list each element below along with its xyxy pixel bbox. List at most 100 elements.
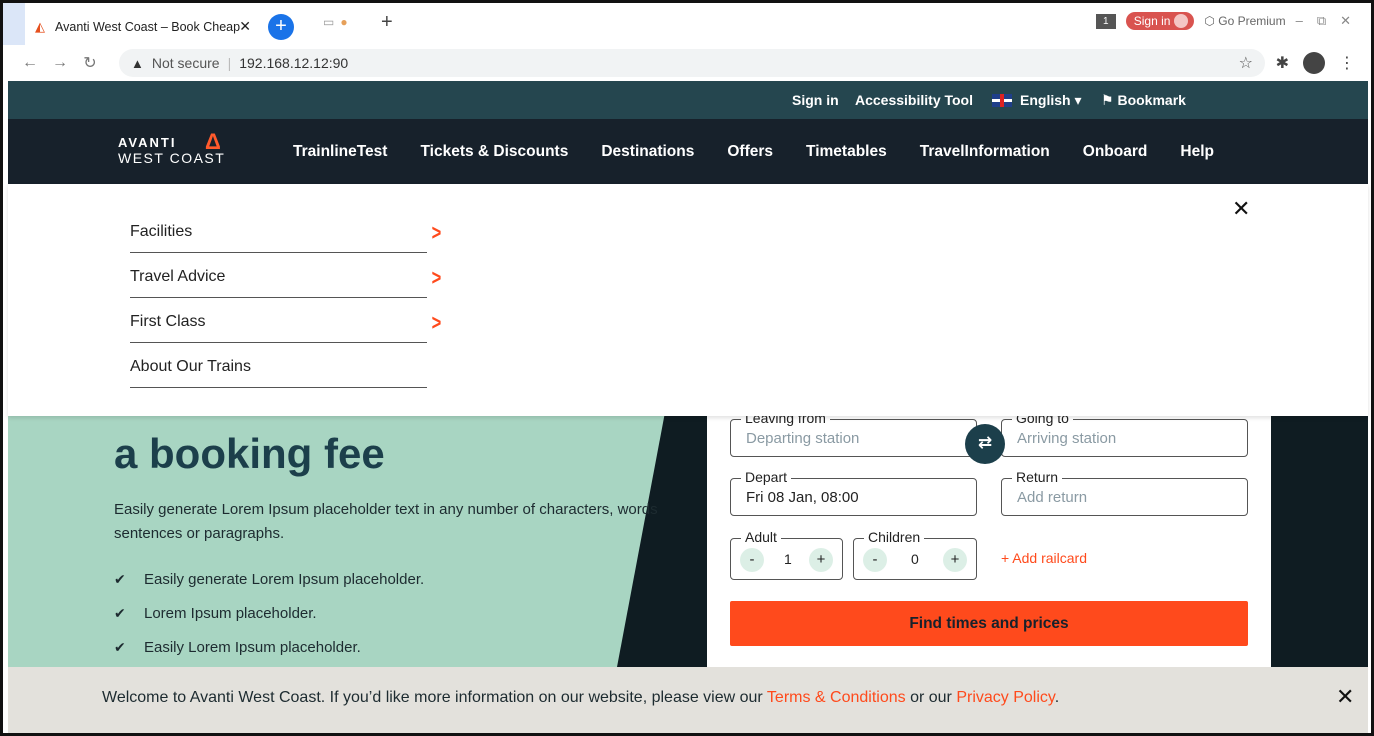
menu-item-travel-advice[interactable]: Travel Advice > (130, 253, 441, 298)
hero-bullet-list: ✔ Easily generate Lorem Ipsum placeholder… (114, 562, 424, 664)
going-to-field[interactable]: Going to Arriving station (1001, 410, 1248, 457)
caret-down-icon: ▾ (1074, 92, 1082, 108)
return-field[interactable]: Return Add return (1001, 469, 1248, 516)
browser-tab[interactable]: ◭ Avanti West Coast – Book Cheap ✕ (25, 9, 259, 45)
leaving-from-field[interactable]: Leaving from Departing station (730, 410, 977, 457)
list-item: ✔ Easily Lorem Ipsum placeholder. (114, 630, 424, 664)
url-text[interactable]: 192.168.12.12:90 (239, 55, 348, 71)
tab-close-icon[interactable]: ✕ (239, 18, 251, 35)
nav-links: TrainlineTest Tickets & Discounts Destin… (293, 143, 1214, 161)
avanti-favicon-icon: ◭ (35, 19, 45, 34)
children-stepper: Children - 0 + (853, 529, 977, 580)
dot-icon: ● (340, 15, 348, 29)
omnibox[interactable]: ▲ Not secure | 192.168.12.12:90 ☆ (119, 49, 1265, 77)
bullet-text: Lorem Ipsum placeholder. (144, 604, 317, 622)
checkmark-icon: ✔ (114, 570, 126, 587)
going-to-placeholder: Arriving station (1017, 430, 1117, 447)
language-label: English (1020, 92, 1071, 108)
address-bar-row: ← → ↻ ▲ Not secure | 192.168.12.12:90 ☆ … (3, 45, 1371, 81)
nav-travelinformation[interactable]: TravelInformation (920, 143, 1050, 161)
chevron-right-icon: > (431, 310, 442, 335)
window-controls: 1 Sign in ⬡ Go Premium –⧉✕ (1095, 12, 1365, 30)
close-cookie-icon[interactable]: ✕ (1336, 684, 1354, 710)
add-railcard-link[interactable]: + Add railcard (1001, 550, 1087, 566)
adult-label: Adult (741, 529, 781, 545)
go-premium-button[interactable]: ⬡ Go Premium (1204, 14, 1285, 28)
nav-offers[interactable]: Offers (727, 143, 773, 161)
kebab-menu-icon[interactable]: ⋮ (1339, 53, 1355, 73)
utility-sign-in[interactable]: Sign in (792, 92, 839, 108)
menu-item-label: First Class (130, 313, 206, 330)
terms-link[interactable]: Terms & Conditions (767, 689, 906, 706)
tab-strip-corner (3, 3, 25, 45)
add-tab-icon[interactable]: + (381, 11, 393, 34)
menu-item-first-class[interactable]: First Class > (130, 298, 441, 343)
bookmark-flag-icon: ⚑ (1101, 92, 1114, 108)
list-item: ✔ Lorem Ipsum placeholder. (114, 596, 424, 630)
checkmark-icon: ✔ (114, 638, 126, 655)
avanti-logo[interactable]: AVANTI WEST COAST Δ (118, 129, 225, 166)
onboard-mega-menu: ✕ Facilities > Travel Advice > First Cla… (8, 184, 1368, 416)
children-decrement-button[interactable]: - (863, 548, 887, 572)
close-menu-icon[interactable]: ✕ (1232, 196, 1250, 222)
bookmark-star-icon[interactable]: ☆ (1239, 53, 1253, 73)
cookie-text: Welcome to Avanti West Coast. If you’d l… (102, 689, 1059, 707)
uk-flag-icon (992, 94, 1012, 107)
profile-icon[interactable] (1303, 52, 1325, 74)
depart-label: Depart (741, 469, 792, 485)
chevron-right-icon: > (431, 265, 442, 290)
depart-field[interactable]: Depart Fri 08 Jan, 08:00 (730, 469, 977, 516)
children-increment-button[interactable]: + (943, 548, 967, 572)
accessibility-tool-link[interactable]: Accessibility Tool (855, 92, 973, 108)
main-navigation: AVANTI WEST COAST Δ TrainlineTest Ticket… (8, 119, 1368, 184)
nav-trainlinetest[interactable]: TrainlineTest (293, 143, 387, 161)
adult-stepper: Adult - 1 + (730, 529, 843, 580)
bullet-text: Easily Lorem Ipsum placeholder. (144, 638, 361, 656)
cookie-text-before: Welcome to Avanti West Coast. If you’d l… (102, 689, 767, 706)
leaving-from-placeholder: Departing station (746, 430, 860, 447)
nav-onboard[interactable]: Onboard (1083, 143, 1148, 161)
children-count: 0 (911, 551, 919, 567)
bookmark-label: Bookmark (1117, 92, 1186, 108)
toolbar-right: ✱ ⋮ (1276, 52, 1355, 74)
menu-item-label: Travel Advice (130, 268, 226, 285)
privacy-link[interactable]: Privacy Policy (956, 689, 1054, 706)
reload-icon[interactable]: ↻ (75, 53, 105, 73)
menu-item-about-our-trains[interactable]: About Our Trains (130, 343, 427, 388)
menu-item-facilities[interactable]: Facilities > (130, 208, 441, 253)
return-label: Return (1012, 469, 1063, 485)
nav-destinations[interactable]: Destinations (601, 143, 694, 161)
children-label: Children (864, 529, 925, 545)
new-tab-plus-icon[interactable]: + (268, 14, 294, 40)
warning-triangle-icon: ▲ (131, 55, 144, 71)
avatar-icon (1174, 14, 1189, 28)
tab-media-indicator[interactable]: ▭ ● (323, 15, 348, 29)
back-arrow-icon[interactable]: ← (15, 54, 45, 72)
cookie-banner: Welcome to Avanti West Coast. If you’d l… (8, 667, 1368, 733)
swap-stations-icon[interactable]: ⇄ (965, 424, 1005, 464)
menu-item-label: Facilities (130, 223, 193, 240)
browser-window: ◭ Avanti West Coast – Book Cheap ✕ + ▭ ● … (0, 0, 1374, 736)
tab-counter[interactable]: 1 (1095, 13, 1116, 29)
security-label: Not secure (151, 55, 220, 71)
forward-arrow-icon[interactable]: → (45, 54, 75, 72)
browser-signin-label: Sign in (1133, 14, 1171, 28)
bookmark-link[interactable]: ⚑ Bookmark (1101, 92, 1186, 109)
adult-increment-button[interactable]: + (809, 548, 833, 572)
minimize-restore-close-icons[interactable]: –⧉✕ (1296, 13, 1365, 29)
nav-help[interactable]: Help (1180, 143, 1214, 161)
return-placeholder: Add return (1017, 489, 1088, 506)
nav-timetables[interactable]: Timetables (806, 143, 887, 161)
chevron-right-icon: > (431, 220, 442, 245)
extensions-puzzle-icon[interactable]: ✱ (1276, 53, 1289, 73)
nav-tickets-discounts[interactable]: Tickets & Discounts (420, 143, 568, 161)
menu-item-label: About Our Trains (130, 358, 251, 375)
browser-signin-button[interactable]: Sign in (1125, 12, 1195, 30)
checkmark-icon: ✔ (114, 604, 126, 621)
booking-card: Leaving from Departing station Going to … (707, 410, 1271, 667)
adult-decrement-button[interactable]: - (740, 548, 764, 572)
bullet-text: Easily generate Lorem Ipsum placeholder. (144, 570, 425, 588)
find-times-button[interactable]: Find times and prices (730, 601, 1248, 646)
hero-title: a booking fee (114, 430, 385, 477)
language-selector[interactable]: English ▾ (992, 92, 1081, 109)
